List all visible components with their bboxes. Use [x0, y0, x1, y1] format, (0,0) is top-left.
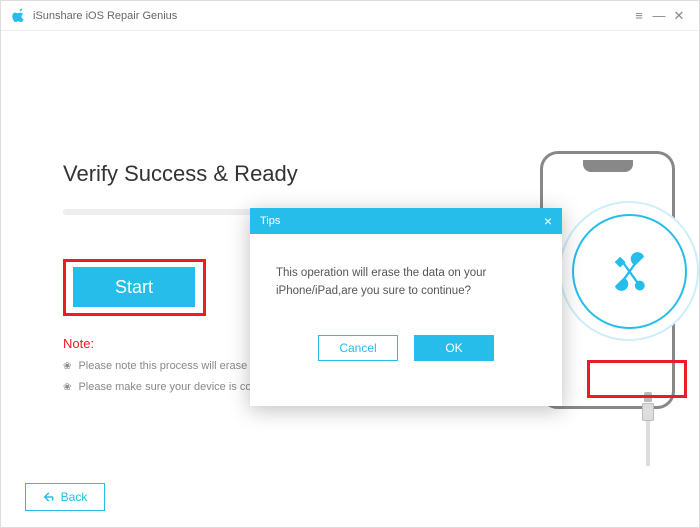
dialog-actions: Cancel OK [250, 335, 562, 375]
start-button[interactable]: Start [73, 267, 195, 307]
back-button[interactable]: Back [25, 483, 105, 511]
cancel-button[interactable]: Cancel [318, 335, 398, 361]
app-window: iSunshare iOS Repair Genius ≡ — ✕ Verify… [0, 0, 700, 528]
back-arrow-icon [43, 491, 57, 503]
bullet-icon: ❀ [63, 361, 71, 372]
minimize-icon[interactable]: — [649, 8, 669, 23]
bullet-icon: ❀ [63, 382, 71, 393]
tools-icon [607, 249, 652, 294]
note-line-2: ❀ Please make sure your device is conne [63, 381, 270, 393]
note-line-1: ❀ Please note this process will erase th… [63, 360, 266, 372]
tips-dialog: Tips × This operation will erase the dat… [250, 208, 562, 406]
content-area: Verify Success & Ready Start Note: ❀ Ple… [1, 31, 699, 527]
dialog-message: This operation will erase the data on yo… [250, 234, 562, 311]
menu-icon[interactable]: ≡ [629, 8, 649, 23]
note-label: Note: [63, 336, 94, 351]
dialog-title: Tips [260, 215, 544, 227]
repair-circle [559, 201, 699, 341]
titlebar: iSunshare iOS Repair Genius ≡ — ✕ [1, 1, 699, 31]
app-logo-icon [11, 8, 27, 24]
cable-illustration [642, 392, 654, 462]
dialog-close-icon[interactable]: × [544, 214, 552, 228]
dialog-header[interactable]: Tips × [250, 208, 562, 234]
ok-button[interactable]: OK [414, 335, 494, 361]
page-title: Verify Success & Ready [63, 161, 298, 187]
app-title: iSunshare iOS Repair Genius [33, 10, 629, 22]
repair-inner-circle [572, 214, 687, 329]
close-window-icon[interactable]: ✕ [669, 8, 689, 24]
